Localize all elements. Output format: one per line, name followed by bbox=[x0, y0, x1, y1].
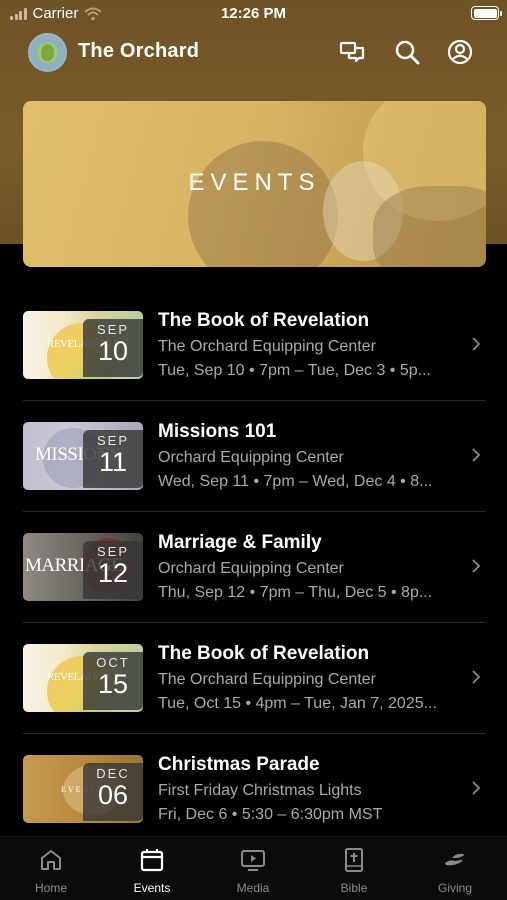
date-day: 10 bbox=[97, 336, 129, 366]
tab-label: Events bbox=[133, 881, 171, 895]
battery-icon bbox=[471, 6, 502, 20]
date-day: 12 bbox=[97, 558, 129, 588]
event-title: The Book of Revelation bbox=[158, 643, 370, 664]
chevron-right-icon bbox=[472, 559, 481, 573]
event-list-item[interactable]: REVELATION OCT 15 The Book of Revelation… bbox=[23, 623, 486, 734]
giving-hand-icon bbox=[445, 853, 464, 866]
event-time: Tue, Sep 10 • 7pm – Tue, Dec 3 • 5p... bbox=[158, 362, 431, 379]
date-badge: DEC 06 bbox=[83, 763, 143, 821]
home-icon bbox=[41, 850, 61, 870]
tab-label: Bible bbox=[340, 881, 368, 895]
event-list-item[interactable]: MISSIONS SEP 11 Missions 101 Orchard Equ… bbox=[23, 401, 486, 512]
event-title: The Book of Revelation bbox=[158, 310, 370, 331]
bible-icon bbox=[345, 848, 363, 872]
date-badge: SEP 11 bbox=[83, 430, 143, 488]
tab-home[interactable]: Home bbox=[1, 847, 101, 895]
chat-icon[interactable] bbox=[338, 38, 366, 66]
banner-title: EVENTS bbox=[188, 169, 321, 196]
chevron-right-icon bbox=[472, 670, 481, 684]
tv-play-icon bbox=[241, 850, 265, 871]
event-list: REVELATION SEP 10 The Book of Revelation… bbox=[23, 290, 486, 845]
date-month: OCT bbox=[96, 655, 130, 670]
date-day: 06 bbox=[97, 780, 129, 810]
event-time: Tue, Oct 15 • 4pm – Tue, Jan 7, 2025... bbox=[158, 695, 437, 712]
event-time: Fri, Dec 6 • 5:30 – 6:30pm MST bbox=[158, 806, 383, 823]
events-banner: EVENTS bbox=[23, 101, 486, 267]
event-thumbnail: REVELATION SEP 10 bbox=[23, 311, 143, 379]
tab-giving[interactable]: Giving bbox=[405, 847, 505, 895]
date-month: SEP bbox=[96, 544, 129, 559]
date-day: 11 bbox=[98, 447, 128, 477]
date-month: SEP bbox=[96, 433, 129, 448]
date-month: DEC bbox=[96, 766, 130, 781]
event-thumbnail: REVELATION OCT 15 bbox=[23, 644, 143, 712]
event-list-item[interactable]: EVENTS DEC 06 Christmas Parade First Fri… bbox=[23, 734, 486, 845]
date-day: 15 bbox=[97, 669, 129, 699]
tab-label: Home bbox=[34, 881, 67, 895]
date-month: SEP bbox=[96, 322, 129, 337]
date-badge: SEP 12 bbox=[83, 541, 143, 599]
calendar-icon bbox=[140, 849, 164, 872]
tab-bar: Home Events Media Bible Giving bbox=[0, 836, 507, 900]
chevron-right-icon bbox=[472, 781, 481, 795]
date-badge: OCT 15 bbox=[83, 652, 143, 710]
event-title: Christmas Parade bbox=[158, 754, 320, 775]
event-location: Orchard Equipping Center bbox=[158, 449, 344, 466]
app-header: The Orchard bbox=[0, 32, 507, 72]
tab-label: Media bbox=[236, 881, 270, 895]
event-location: The Orchard Equipping Center bbox=[158, 338, 376, 355]
tab-media[interactable]: Media bbox=[203, 847, 303, 895]
chevron-right-icon bbox=[472, 448, 481, 462]
tab-label: Giving bbox=[437, 881, 472, 895]
event-location: The Orchard Equipping Center bbox=[158, 671, 376, 688]
event-time: Wed, Sep 11 • 7pm – Wed, Dec 4 • 8... bbox=[158, 473, 433, 490]
clock: 12:26 PM bbox=[220, 5, 287, 22]
tab-bible[interactable]: Bible bbox=[304, 847, 404, 895]
event-time: Thu, Sep 12 • 7pm – Thu, Dec 5 • 8p... bbox=[158, 584, 433, 601]
event-list-item[interactable]: REVELATION SEP 10 The Book of Revelation… bbox=[23, 290, 486, 401]
event-thumbnail: MISSIONS SEP 11 bbox=[23, 422, 143, 490]
event-thumbnail: MARRIAGE SEP 12 bbox=[23, 533, 143, 601]
event-location: Orchard Equipping Center bbox=[158, 560, 344, 577]
event-list-item[interactable]: MARRIAGE SEP 12 Marriage & Family Orchar… bbox=[23, 512, 486, 623]
search-icon[interactable] bbox=[393, 38, 421, 66]
orchard-logo[interactable] bbox=[28, 33, 67, 72]
event-location: First Friday Christmas Lights bbox=[158, 782, 362, 799]
event-title: Missions 101 bbox=[158, 421, 277, 442]
date-badge: SEP 10 bbox=[83, 319, 143, 377]
profile-icon[interactable] bbox=[446, 38, 474, 66]
event-title: Marriage & Family bbox=[158, 532, 322, 553]
tab-events[interactable]: Events bbox=[102, 847, 202, 895]
event-thumbnail: EVENTS DEC 06 bbox=[23, 755, 143, 823]
status-bar: Carrier 12:26 PM bbox=[0, 0, 507, 30]
app-title: The Orchard bbox=[78, 40, 200, 62]
chevron-right-icon bbox=[472, 337, 481, 351]
